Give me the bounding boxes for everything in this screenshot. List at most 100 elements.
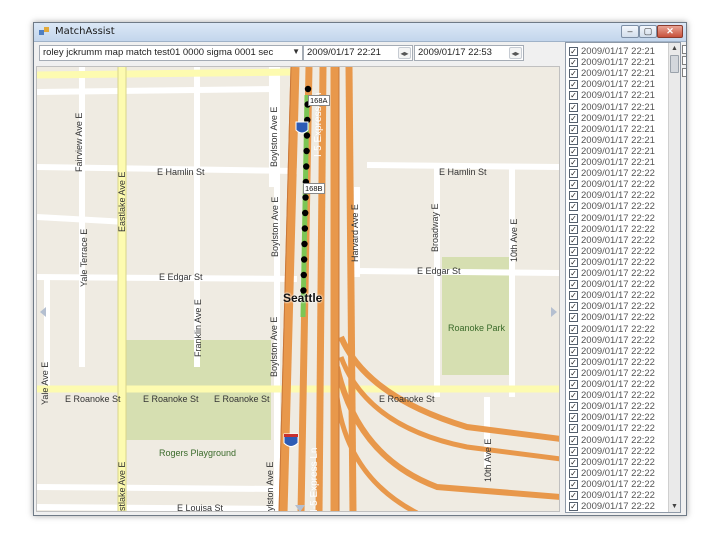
list-item[interactable]: ✓2009/01/17 22:22 <box>566 490 668 501</box>
gps-point[interactable] <box>300 271 307 279</box>
item-checkbox[interactable]: ✓ <box>569 113 578 123</box>
list-item[interactable]: ✓2009/01/17 22:22 <box>566 335 668 346</box>
gps-point[interactable] <box>301 240 308 248</box>
list-item[interactable]: ✓2009/01/17 22:22 <box>566 224 668 235</box>
item-checkbox[interactable]: ✓ <box>569 47 578 56</box>
list-item[interactable]: ✓ 2009/01/17 22:21 <box>566 90 668 101</box>
minimize-button[interactable]: – <box>621 25 639 38</box>
item-checkbox[interactable]: ✓ <box>569 313 578 323</box>
item-checkbox[interactable]: ✓ <box>569 180 578 190</box>
list-item[interactable]: ✓2009/01/17 22:22 <box>566 179 668 190</box>
item-checkbox[interactable]: ✓ <box>569 291 578 301</box>
item-checkbox[interactable]: ✓ <box>569 346 578 356</box>
gps-point[interactable] <box>302 209 309 217</box>
item-checkbox[interactable]: ✓ <box>569 235 578 245</box>
item-checkbox[interactable]: ✓ <box>569 91 578 101</box>
list-item[interactable]: ✓2009/01/17 22:22 <box>566 468 668 479</box>
list-item[interactable]: ✓2009/01/17 22:22 <box>566 246 668 257</box>
item-checkbox[interactable]: ✓ <box>569 391 578 401</box>
item-checkbox[interactable]: ✓ <box>569 479 578 489</box>
item-checkbox[interactable]: ✓ <box>569 457 578 467</box>
item-checkbox[interactable]: ✓ <box>569 58 578 68</box>
item-checkbox[interactable]: ✓ <box>569 202 578 212</box>
gps-point[interactable] <box>303 163 310 170</box>
list-item[interactable]: ✓ 2009/01/17 22:21 <box>566 79 668 90</box>
end-time-picker[interactable]: 2009/01/17 22:53 ◂▸ <box>414 45 524 61</box>
list-item[interactable]: ✓2009/01/17 22:22 <box>566 168 668 179</box>
list-item[interactable]: ✓2009/01/17 22:22 <box>566 213 668 224</box>
list-item[interactable]: ✓2009/01/17 22:22 <box>566 435 668 446</box>
list-item[interactable]: ✓2009/01/17 22:22 <box>566 235 668 246</box>
item-checkbox[interactable]: ✓ <box>569 80 578 90</box>
list-item[interactable]: ✓2009/01/17 22:22 <box>566 190 668 201</box>
list-item[interactable]: ✓2009/01/17 22:22 <box>566 390 668 401</box>
side-checkbox-2[interactable] <box>682 56 686 65</box>
start-time-spin-icon[interactable]: ◂▸ <box>398 47 411 59</box>
list-item[interactable]: ✓2009/01/17 22:22 <box>566 257 668 268</box>
map-canvas[interactable] <box>37 67 560 512</box>
list-item[interactable]: ✓2009/01/17 22:22 <box>566 412 668 423</box>
list-item[interactable]: ✓ 2009/01/17 22:21 <box>566 157 668 168</box>
list-item[interactable]: ✓2009/01/17 22:22 <box>566 446 668 457</box>
run-selector-dropdown[interactable]: roley jckrumm map match test01 0000 sigm… <box>39 45 303 61</box>
list-item[interactable]: ✓ 2009/01/17 22:21 <box>566 57 668 68</box>
list-item[interactable]: ✓2009/01/17 22:22 <box>566 357 668 368</box>
scroll-up-icon[interactable]: ▲ <box>669 43 680 54</box>
item-checkbox[interactable]: ✓ <box>569 468 578 478</box>
item-checkbox[interactable]: ✓ <box>569 435 578 445</box>
item-checkbox[interactable]: ✓ <box>569 158 578 167</box>
list-item[interactable]: ✓2009/01/17 22:22 <box>566 512 668 513</box>
list-item[interactable]: ✓2009/01/17 22:22 <box>566 479 668 490</box>
maximize-button[interactable]: ▢ <box>639 25 657 38</box>
list-item[interactable]: ✓2009/01/17 22:22 <box>566 312 668 323</box>
item-checkbox[interactable]: ✓ <box>569 169 578 179</box>
item-checkbox[interactable]: ✓ <box>569 135 578 145</box>
list-item[interactable]: ✓ 2009/01/17 22:21 <box>566 146 668 157</box>
item-checkbox[interactable]: ✓ <box>569 146 578 156</box>
list-scrollbar[interactable]: ▲ ▼ <box>668 43 680 512</box>
item-checkbox[interactable]: ✓ <box>569 380 578 389</box>
list-item[interactable]: ✓2009/01/17 22:22 <box>566 268 668 279</box>
list-item[interactable]: ✓2009/01/17 22:22 <box>566 290 668 301</box>
end-time-spin-icon[interactable]: ◂▸ <box>509 47 522 59</box>
item-checkbox[interactable]: ✓ <box>569 280 578 290</box>
pan-left-icon[interactable] <box>39 307 47 317</box>
item-checkbox[interactable]: ✓ <box>569 246 578 256</box>
gps-point[interactable] <box>303 132 311 139</box>
item-checkbox[interactable]: ✓ <box>569 491 578 500</box>
side-checkbox-1[interactable] <box>682 45 686 54</box>
item-checkbox[interactable]: ✓ <box>569 424 578 434</box>
map-view[interactable]: Fairview Ave E Eastlake Ave E Yale Terra… <box>36 66 560 512</box>
item-checkbox[interactable]: ✓ <box>569 191 578 201</box>
title-bar[interactable]: MatchAssist – ▢ ✕ <box>34 23 686 42</box>
gps-point[interactable] <box>304 85 312 93</box>
item-checkbox[interactable]: ✓ <box>569 446 578 456</box>
list-item[interactable]: ✓ 2009/01/17 22:21 <box>566 68 668 79</box>
list-item[interactable]: ✓2009/01/17 22:22 <box>566 423 668 434</box>
list-item[interactable]: ✓2009/01/17 22:22 <box>566 457 668 468</box>
pan-right-icon[interactable] <box>550 307 558 317</box>
gps-point[interactable] <box>302 194 309 201</box>
close-button[interactable]: ✕ <box>657 25 683 38</box>
item-checkbox[interactable]: ✓ <box>569 213 578 223</box>
list-item[interactable]: ✓2009/01/17 22:22 <box>566 501 668 512</box>
item-checkbox[interactable]: ✓ <box>569 335 578 345</box>
item-checkbox[interactable]: ✓ <box>569 257 578 267</box>
scroll-thumb[interactable] <box>670 55 679 73</box>
list-item[interactable]: ✓ 2009/01/17 22:21 <box>566 124 668 135</box>
gps-point[interactable] <box>301 225 309 232</box>
list-item[interactable]: ✓ 2009/01/17 22:21 <box>566 135 668 146</box>
gps-point[interactable] <box>303 147 310 155</box>
item-checkbox[interactable]: ✓ <box>569 357 578 367</box>
item-checkbox[interactable]: ✓ <box>569 368 578 378</box>
list-item[interactable]: ✓ 2009/01/17 22:21 <box>566 113 668 124</box>
item-checkbox[interactable]: ✓ <box>569 69 578 79</box>
item-checkbox[interactable]: ✓ <box>569 302 578 312</box>
gps-point[interactable] <box>300 256 308 263</box>
side-checkbox-3[interactable] <box>682 68 686 77</box>
scroll-down-icon[interactable]: ▼ <box>669 501 680 512</box>
list-item[interactable]: ✓2009/01/17 22:22 <box>566 368 668 379</box>
start-time-picker[interactable]: 2009/01/17 22:21 ◂▸ <box>303 45 413 61</box>
item-checkbox[interactable]: ✓ <box>569 224 578 234</box>
item-checkbox[interactable]: ✓ <box>569 324 578 334</box>
